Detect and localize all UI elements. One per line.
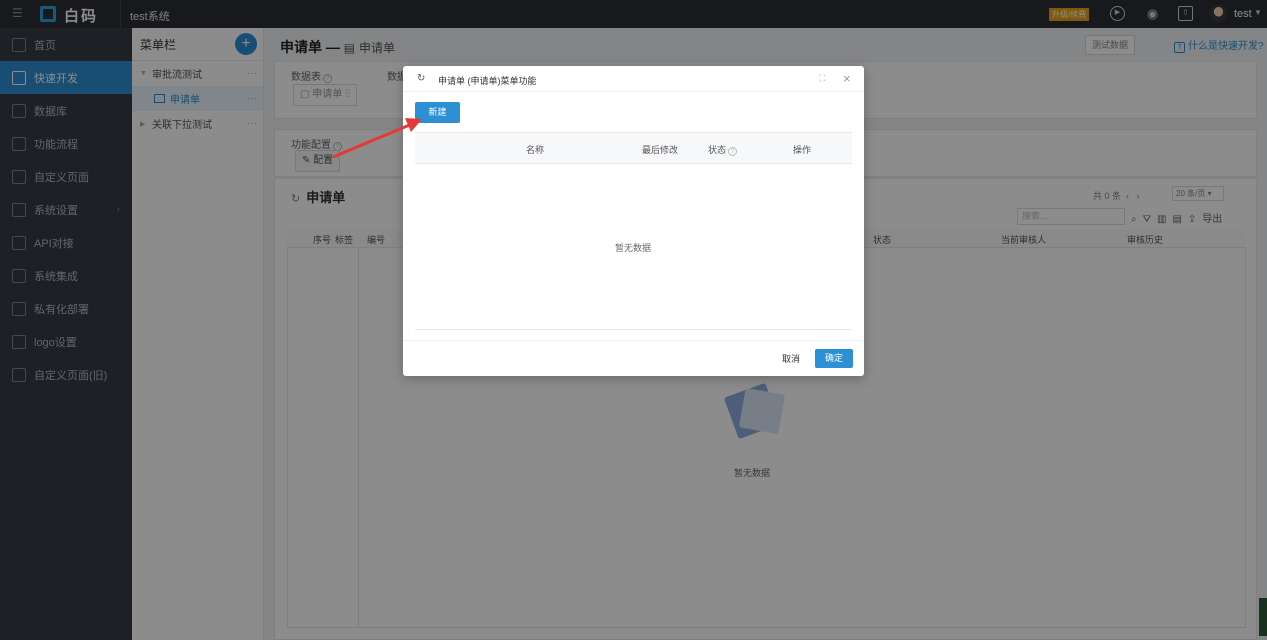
dialog-title: 申请单 (申请单)菜单功能 xyxy=(438,76,537,86)
column-header: 操作 xyxy=(793,145,812,155)
dialog-header: ↻ 申请单 (申请单)菜单功能 ⛶ × xyxy=(403,66,864,92)
divider xyxy=(403,340,864,341)
dialog-table-header: 名称 最后修改 状态? 操作 xyxy=(415,132,852,164)
column-header: 名称 xyxy=(526,145,545,155)
cancel-button[interactable]: 取消 xyxy=(775,350,807,369)
column-header: 状态? xyxy=(708,143,738,156)
column-header-label: 状态 xyxy=(708,145,727,155)
new-button[interactable]: 新建 xyxy=(415,102,460,123)
dialog-empty-text: 暂无数据 xyxy=(615,243,652,253)
question-icon[interactable]: ? xyxy=(728,147,738,156)
menu-function-dialog: ↻ 申请单 (申请单)菜单功能 ⛶ × 新建 名称 最后修改 状态? 操作 暂无… xyxy=(403,66,864,376)
confirm-button[interactable]: 确定 xyxy=(815,349,853,368)
fullscreen-icon[interactable]: ⛶ xyxy=(819,73,825,84)
column-header: 最后修改 xyxy=(642,145,679,155)
close-icon[interactable]: × xyxy=(843,71,851,86)
divider xyxy=(415,329,852,330)
refresh-icon[interactable]: ↻ xyxy=(417,73,425,84)
